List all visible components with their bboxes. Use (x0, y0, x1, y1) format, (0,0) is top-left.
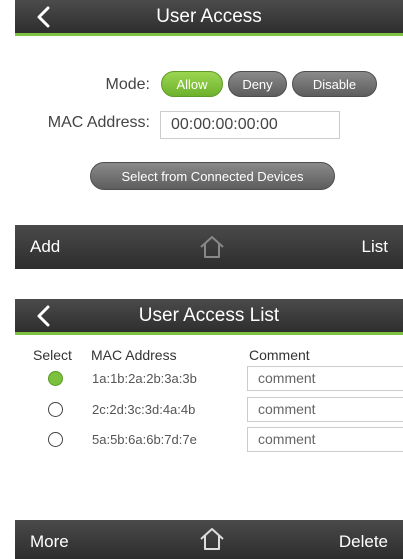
row-mac-address: 1a:1b:2a:2b:3a:3b (92, 371, 197, 386)
delete-button[interactable]: Delete (339, 520, 388, 559)
select-connected-devices-button[interactable]: Select from Connected Devices (90, 162, 335, 190)
bottom-toolbar: More Delete (15, 520, 403, 559)
column-header-select: Select (33, 347, 72, 363)
row-select-radio[interactable] (48, 371, 63, 386)
page-title: User Access List (138, 305, 280, 326)
row-comment-input[interactable]: comment (247, 366, 403, 391)
column-header-comment: Comment (249, 347, 310, 363)
mode-disable-button[interactable]: Disable (292, 71, 377, 97)
add-button[interactable]: Add (30, 225, 60, 269)
more-button[interactable]: More (30, 520, 69, 559)
list-button[interactable]: List (362, 225, 388, 269)
mac-address-label: MAC Address: (47, 114, 150, 131)
mac-address-input[interactable]: 00:00:00:00:00 (160, 111, 340, 139)
mode-label: Mode: (105, 76, 150, 93)
row-comment-input[interactable]: comment (247, 427, 403, 452)
home-icon[interactable] (199, 235, 225, 259)
page-title: User Access (156, 6, 262, 27)
row-comment-input[interactable]: comment (247, 397, 403, 422)
column-header-mac-address: MAC Address (91, 347, 177, 363)
home-icon[interactable] (199, 527, 225, 551)
row-select-radio[interactable] (48, 432, 63, 447)
bottom-toolbar: Add List (15, 225, 403, 269)
user-access-header: User Access (15, 0, 403, 36)
mode-deny-button[interactable]: Deny (228, 71, 287, 97)
row-mac-address: 5a:5b:6a:6b:7d:7e (92, 432, 197, 447)
row-select-radio[interactable] (48, 402, 63, 417)
user-access-list-header: User Access List (15, 299, 403, 335)
mode-allow-button[interactable]: Allow (161, 71, 223, 97)
row-mac-address: 2c:2d:3c:3d:4a:4b (92, 402, 196, 417)
